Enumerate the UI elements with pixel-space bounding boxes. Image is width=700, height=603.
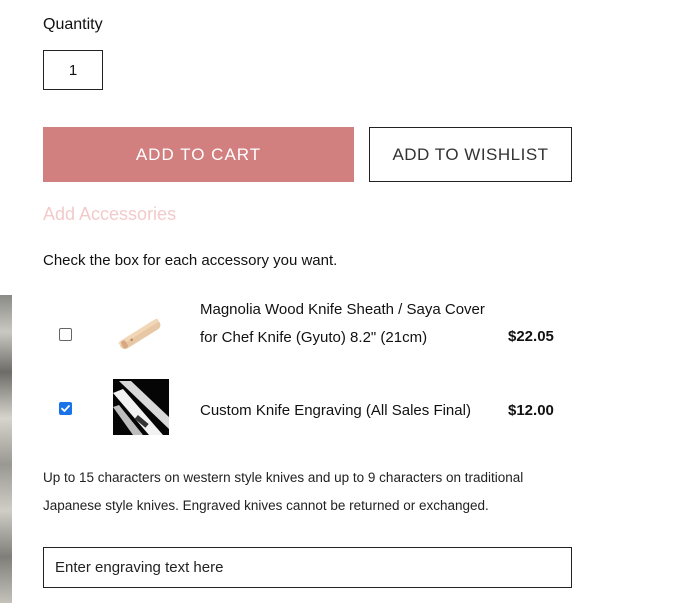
add-to-wishlist-button[interactable]: ADD TO WISHLIST	[369, 127, 572, 182]
add-to-cart-button[interactable]: ADD TO CART	[43, 127, 354, 182]
accessories-heading: Add Accessories	[43, 204, 177, 224]
quantity-input[interactable]: 1	[43, 50, 103, 90]
quantity-value: 1	[68, 61, 78, 79]
accessory-price: $22.05	[508, 328, 554, 345]
accessory-price: $12.00	[508, 402, 554, 419]
accessory-checkbox-sheath[interactable]	[59, 328, 72, 341]
engraving-text-input[interactable]	[43, 547, 572, 588]
wood-sheath-image	[113, 306, 169, 362]
engraving-note: Up to 15 characters on western style kni…	[43, 470, 524, 513]
accessory-name: Custom Knife Engraving (All Sales Final)	[200, 402, 471, 419]
background-photo-edge	[0, 295, 12, 603]
accessory-name: Magnolia Wood Knife Sheath / Saya Cover …	[200, 301, 485, 346]
accessory-checkbox-engraving[interactable]	[59, 402, 72, 415]
engraved-knife-image	[113, 379, 169, 435]
quantity-label: Quantity	[43, 16, 103, 33]
check-icon	[61, 405, 70, 412]
accessories-instructions: Check the box for each accessory you wan…	[43, 252, 338, 269]
